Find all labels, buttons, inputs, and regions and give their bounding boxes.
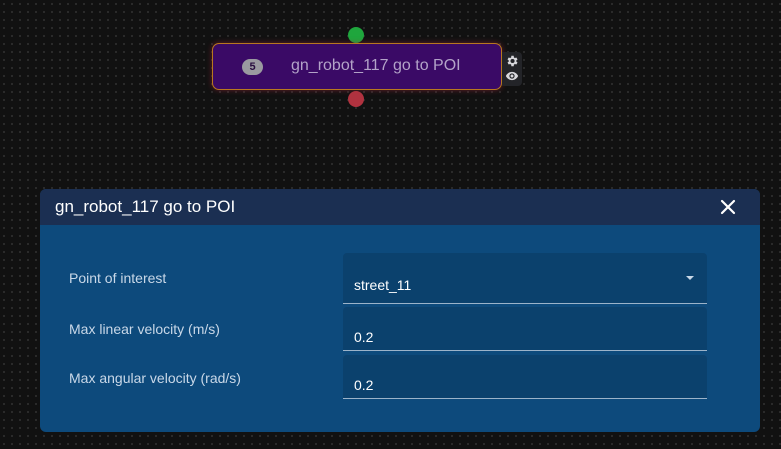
close-icon[interactable] bbox=[716, 195, 740, 219]
node-input-handle[interactable] bbox=[348, 27, 364, 43]
max-angular-velocity-label: Max angular velocity (rad/s) bbox=[69, 370, 241, 386]
eye-icon[interactable] bbox=[505, 69, 519, 83]
flow-node[interactable]: 5 gn_robot_117 go to POI bbox=[212, 43, 502, 90]
dialog-title: gn_robot_117 go to POI bbox=[55, 197, 236, 216]
max-linear-velocity-value: 0.2 bbox=[354, 329, 374, 345]
poi-value: street_11 bbox=[354, 277, 412, 293]
node-toolbar bbox=[502, 52, 522, 86]
node-output-handle[interactable] bbox=[348, 91, 364, 107]
node-title: gn_robot_117 go to POI bbox=[291, 57, 461, 74]
node-index-badge: 5 bbox=[242, 59, 263, 75]
node-settings-dialog: gn_robot_117 go to POI Point of interest… bbox=[40, 189, 760, 432]
chevron-down-icon[interactable] bbox=[686, 276, 694, 280]
dialog-header: gn_robot_117 go to POI bbox=[40, 189, 760, 225]
max-linear-velocity-label: Max linear velocity (m/s) bbox=[69, 321, 220, 337]
max-linear-velocity-input[interactable]: 0.2 bbox=[343, 307, 707, 351]
poi-select[interactable]: street_11 bbox=[343, 253, 707, 304]
gear-icon[interactable] bbox=[505, 54, 519, 68]
max-angular-velocity-input[interactable]: 0.2 bbox=[343, 355, 707, 399]
max-angular-velocity-value: 0.2 bbox=[354, 377, 374, 393]
poi-label: Point of interest bbox=[69, 270, 167, 286]
